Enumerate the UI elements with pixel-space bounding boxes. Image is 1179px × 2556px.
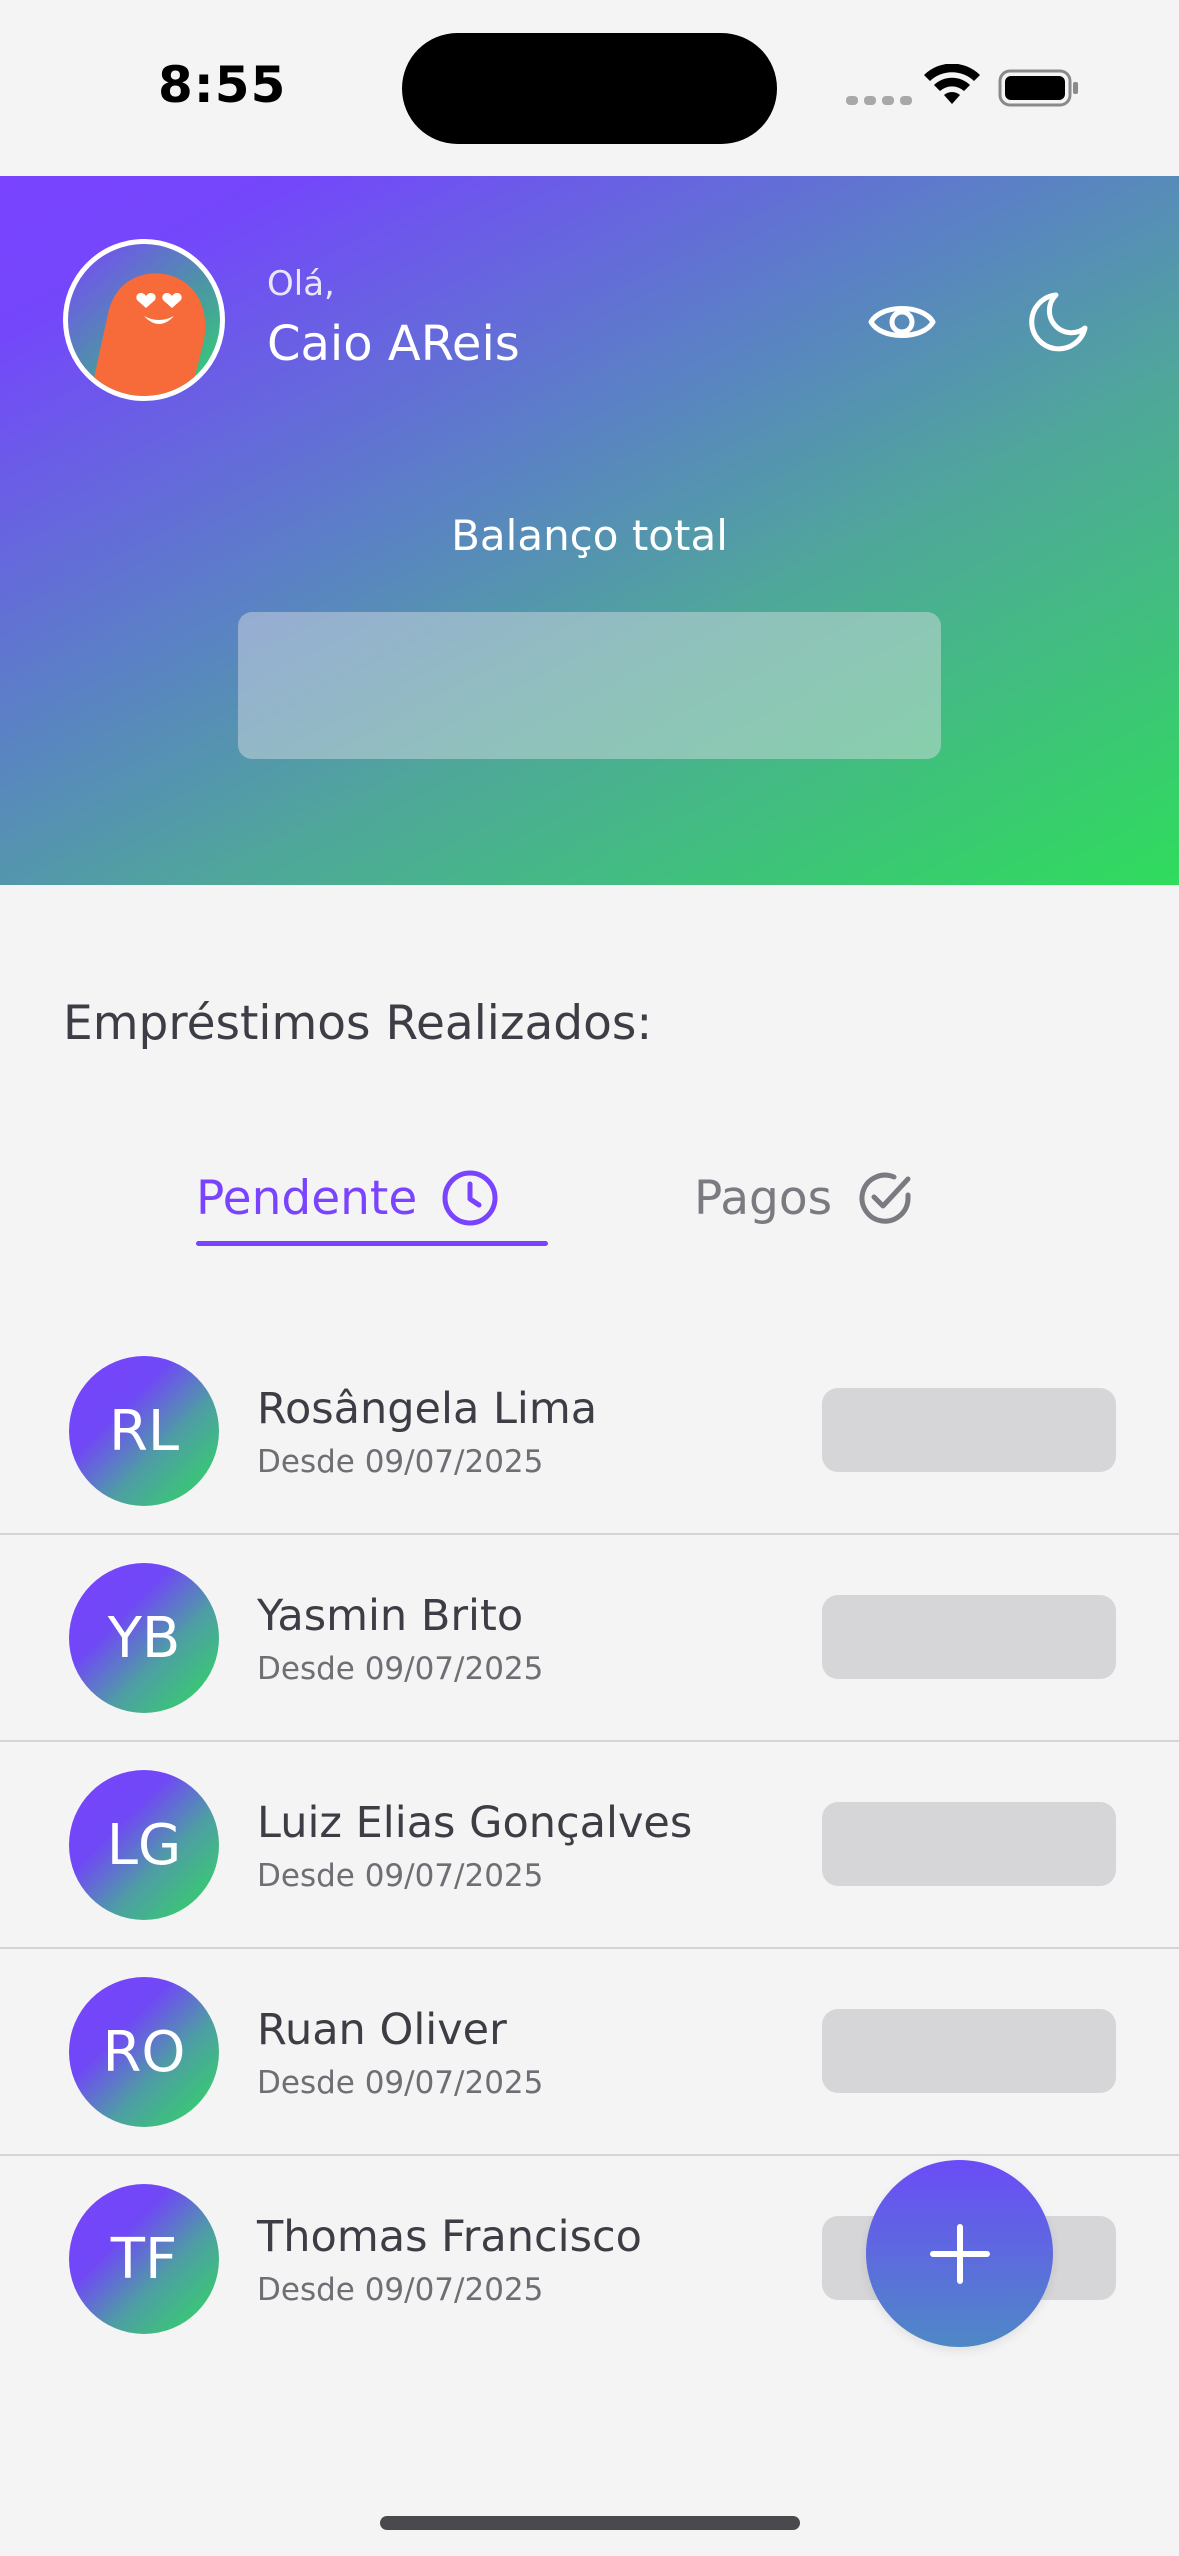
battery-icon (998, 69, 1078, 107)
amount-hidden (822, 1595, 1116, 1679)
borrower-name: Rosângela Lima (257, 1384, 598, 1434)
tab-label: Pendente (196, 1170, 418, 1226)
list-item[interactable]: RL Rosângela Lima Desde 09/07/2025 (0, 1328, 1179, 1535)
initials-avatar: LG (69, 1770, 219, 1920)
home-indicator[interactable] (380, 2516, 800, 2530)
loan-status-tabs: Pendente Pagos (0, 1150, 1179, 1246)
amount-hidden (822, 1802, 1116, 1886)
check-circle-icon (859, 1172, 911, 1224)
user-name: Caio AReis (267, 316, 520, 372)
status-bar: 8:55 (0, 0, 1179, 176)
borrower-name: Yasmin Brito (257, 1591, 524, 1641)
list-item[interactable]: LG Luiz Elias Gonçalves Desde 09/07/2025 (0, 1742, 1179, 1949)
status-time: 8:55 (158, 56, 287, 114)
wifi-icon (924, 64, 980, 104)
loan-since-date: Desde 09/07/2025 (257, 1444, 544, 1480)
plus-icon (929, 2223, 990, 2284)
loan-since-date: Desde 09/07/2025 (257, 2272, 544, 2308)
initials-avatar: RO (69, 1977, 219, 2127)
theme-toggle-button[interactable] (1018, 282, 1098, 362)
tab-pendente[interactable]: Pendente (196, 1150, 499, 1246)
list-item[interactable]: RO Ruan Oliver Desde 09/07/2025 (0, 1949, 1179, 2156)
active-tab-indicator (196, 1241, 548, 1246)
cellular-signal-icon (846, 96, 912, 105)
loan-since-date: Desde 09/07/2025 (257, 1651, 544, 1687)
borrower-name: Luiz Elias Gonçalves (257, 1798, 693, 1848)
avatar-illustration (90, 273, 206, 396)
loan-since-date: Desde 09/07/2025 (257, 1858, 544, 1894)
initials-avatar: YB (69, 1563, 219, 1713)
eye-icon (868, 306, 936, 338)
clock-icon (442, 1170, 498, 1226)
avatar[interactable] (63, 239, 225, 401)
tab-pagos[interactable]: Pagos (694, 1150, 914, 1246)
loan-since-date: Desde 09/07/2025 (257, 2065, 544, 2101)
tab-label: Pagos (694, 1170, 833, 1226)
amount-hidden (822, 1388, 1116, 1472)
amount-hidden (822, 2009, 1116, 2093)
header-banner: Olá, Caio AReis Balanço total (0, 176, 1179, 885)
greeting-label: Olá, (267, 264, 335, 304)
section-title: Empréstimos Realizados: (63, 996, 653, 1051)
list-item[interactable]: YB Yasmin Brito Desde 09/07/2025 (0, 1535, 1179, 1742)
add-loan-button[interactable] (866, 2160, 1053, 2347)
balance-value-hidden (238, 612, 941, 759)
toggle-balance-visibility-button[interactable] (862, 282, 942, 362)
borrower-name: Ruan Oliver (257, 2005, 507, 2055)
initials-avatar: RL (69, 1356, 219, 1506)
dynamic-island (402, 33, 777, 144)
balance-label: Balanço total (451, 511, 728, 560)
borrower-name: Thomas Francisco (257, 2212, 642, 2262)
moon-icon (1029, 292, 1088, 352)
initials-avatar: TF (69, 2184, 219, 2334)
